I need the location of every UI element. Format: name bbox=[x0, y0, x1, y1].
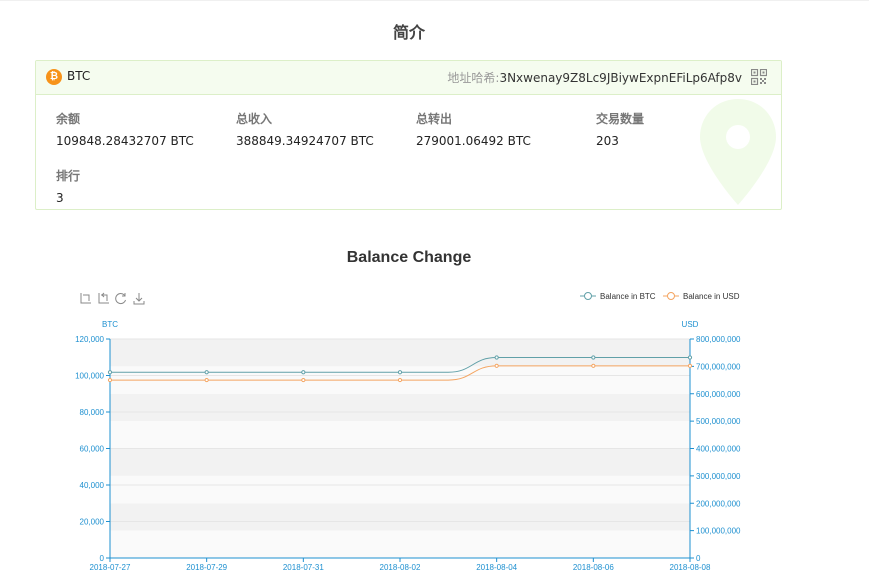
data-point bbox=[687, 363, 693, 368]
split-area-band bbox=[110, 339, 690, 367]
plot-area: 0 20,000 40,000 60,000 80,000 100,000 120,000 B… bbox=[75, 292, 741, 572]
legend-label: Balance in BTC bbox=[600, 292, 656, 301]
left-axis-tick-label: 0 bbox=[100, 554, 105, 563]
split-area-band bbox=[110, 530, 690, 558]
legend-item[interactable]: Balance in USD bbox=[663, 292, 740, 301]
data-point bbox=[591, 355, 596, 360]
left-axis-tick-label: 60,000 bbox=[80, 445, 105, 454]
x-axis-tick-label: 2018-07-29 bbox=[186, 563, 227, 572]
left-axis-tick-label: 120,000 bbox=[75, 335, 104, 344]
legend-marker bbox=[584, 292, 592, 300]
data-point bbox=[397, 370, 403, 375]
x-axis-tick-label: 2018-08-02 bbox=[380, 563, 421, 572]
right-axis-tick-label: 400,000,000 bbox=[696, 445, 741, 454]
x-axis-tick-label: 2018-08-04 bbox=[476, 563, 517, 572]
split-area-band bbox=[110, 421, 690, 449]
data-point bbox=[591, 363, 596, 368]
right-axis-tick-label: 100,000,000 bbox=[696, 527, 741, 536]
split-area-band bbox=[110, 503, 690, 531]
data-point bbox=[397, 377, 403, 383]
left-axis-tick-label: 80,000 bbox=[80, 408, 105, 417]
left-axis-tick-label: 20,000 bbox=[80, 518, 105, 527]
x-axis-tick-label: 2018-08-08 bbox=[670, 563, 711, 572]
data-point bbox=[204, 370, 209, 375]
right-axis-tick-label: 500,000,000 bbox=[696, 417, 741, 426]
data-point bbox=[107, 377, 113, 383]
data-point bbox=[301, 370, 306, 375]
right-axis-label: USD bbox=[682, 320, 699, 329]
left-axis-label: BTC bbox=[102, 320, 118, 329]
right-axis-tick-label: 300,000,000 bbox=[696, 472, 741, 481]
restore-icon[interactable] bbox=[115, 293, 126, 304]
x-axis-tick-label: 2018-07-31 bbox=[283, 563, 324, 572]
split-area-band bbox=[110, 393, 690, 422]
right-axis-tick-label: 600,000,000 bbox=[696, 390, 741, 399]
x-axis-tick-label: 2018-08-06 bbox=[573, 563, 614, 572]
right-axis-tick-label: 0 bbox=[696, 554, 701, 563]
legend-item[interactable]: Balance in BTC bbox=[580, 292, 656, 301]
left-axis-tick-label: 40,000 bbox=[80, 481, 105, 490]
left-axis-tick-label: 100,000 bbox=[75, 372, 104, 381]
data-point bbox=[204, 377, 209, 383]
toolbox bbox=[80, 292, 145, 305]
legend-marker bbox=[667, 292, 675, 300]
zoom-icon[interactable] bbox=[80, 293, 91, 304]
data-point bbox=[301, 377, 306, 383]
download-icon[interactable] bbox=[133, 293, 145, 305]
x-axis-tick-label: 2018-07-27 bbox=[90, 563, 131, 572]
data-point bbox=[494, 355, 499, 360]
right-axis-tick-label: 700,000,000 bbox=[696, 362, 741, 371]
split-area-band bbox=[110, 475, 690, 504]
right-axis-tick-label: 200,000,000 bbox=[696, 499, 741, 508]
legend-label: Balance in USD bbox=[683, 292, 740, 301]
zoom-reset-icon[interactable] bbox=[98, 292, 109, 304]
data-point bbox=[494, 363, 499, 368]
right-axis-tick-label: 800,000,000 bbox=[696, 335, 741, 344]
balance-change-chart: 0 20,000 40,000 60,000 80,000 100,000 120,000 B… bbox=[75, 292, 741, 572]
data-point bbox=[687, 355, 693, 360]
data-point bbox=[107, 370, 113, 375]
split-area-band bbox=[110, 448, 690, 476]
